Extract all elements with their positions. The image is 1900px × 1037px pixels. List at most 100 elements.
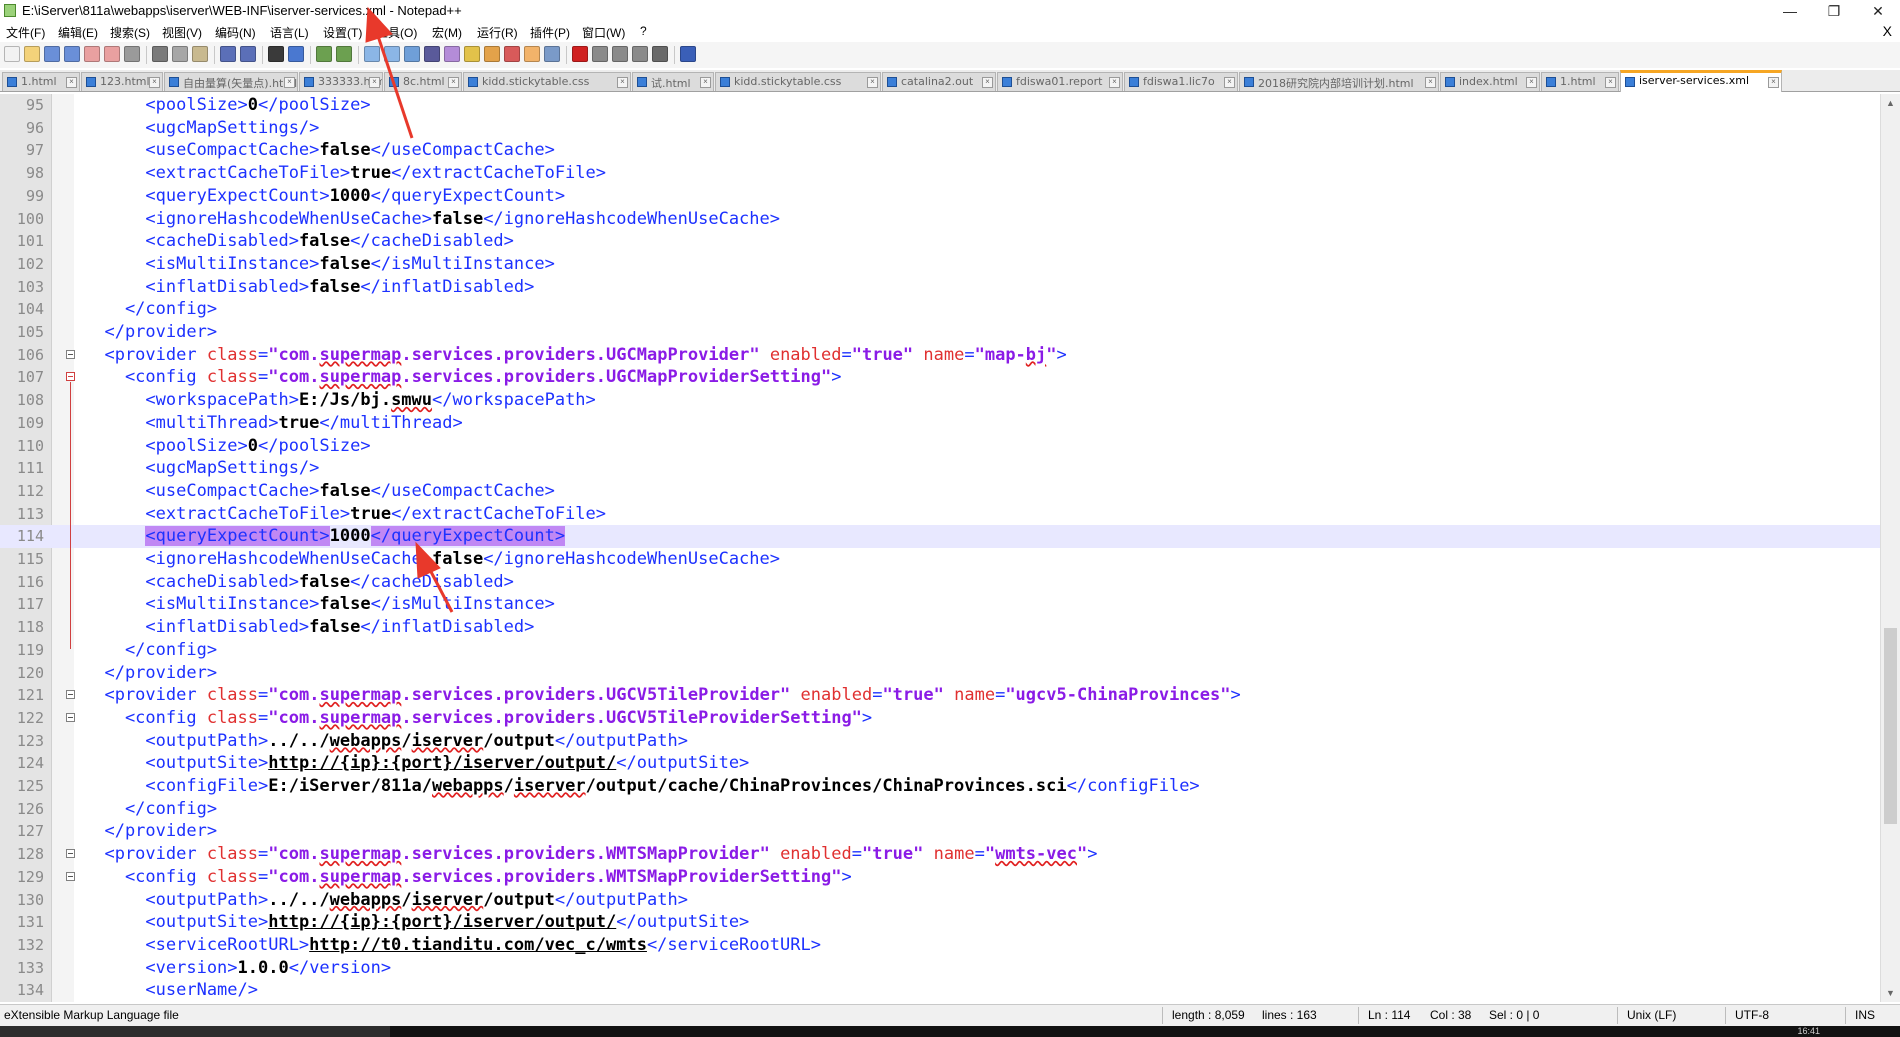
menu-plugins[interactable]: 插件(P) [530,24,570,41]
menu-macro[interactable]: 宏(M) [432,24,462,41]
record-macro-icon[interactable] [572,46,588,62]
code-line[interactable]: 128 <provider class="com.supermap.servic… [0,843,1880,866]
close-window-button[interactable]: ✕ [1856,0,1900,22]
doc-map-icon[interactable] [484,46,500,62]
code-line[interactable]: 133 <version>1.0.0</version> [0,957,1880,980]
menu-edit[interactable]: 编辑(E) [58,24,98,41]
code-line[interactable]: 120 </provider> [0,662,1880,685]
code-line[interactable]: 126 </config> [0,798,1880,821]
minimize-button[interactable]: — [1768,0,1812,22]
menu-view[interactable]: 视图(V) [162,24,202,41]
code-line[interactable]: 124 <outputSite>http://{ip}:{port}/iserv… [0,752,1880,775]
code-line[interactable]: 98 <extractCacheToFile>true</extractCach… [0,162,1880,185]
play-macro-icon[interactable] [612,46,628,62]
tab-close-icon[interactable]: × [284,77,295,88]
maximize-button[interactable]: ❐ [1812,0,1856,22]
code-line[interactable]: 113 <extractCacheToFile>true</extractCac… [0,503,1880,526]
code-line[interactable]: 121 <provider class="com.supermap.servic… [0,684,1880,707]
code-line[interactable]: 134 <userName/> [0,979,1880,1002]
code-line[interactable]: 110 <poolSize>0</poolSize> [0,435,1880,458]
tab-close-icon[interactable]: × [1224,77,1235,88]
run-macro-multiple-icon[interactable] [632,46,648,62]
code-line[interactable]: 112 <useCompactCache>false</useCompactCa… [0,480,1880,503]
sync-scroll-v-icon[interactable] [364,46,380,62]
fold-toggle-icon[interactable] [66,849,75,859]
scrollbar-thumb[interactable] [1884,628,1897,824]
code-line[interactable]: 123 <outputPath>../../webapps/iserver/ou… [0,730,1880,753]
folder-workspace-icon[interactable] [524,46,540,62]
code-line[interactable]: 125 <configFile>E:/iServer/811a/webapps/… [0,775,1880,798]
menu-tools[interactable]: 工具(O) [376,24,417,41]
print-icon[interactable] [124,46,140,62]
close-all-icon[interactable] [104,46,120,62]
undo-icon[interactable] [220,46,236,62]
function-list-icon[interactable] [504,46,520,62]
document-tab[interactable]: fdiswa1.lic7o × [1124,72,1238,91]
document-tab[interactable]: kidd.stickytable.css × [715,72,881,91]
document-tab[interactable]: 123.html × [81,72,163,91]
status-eol[interactable]: Unix (LF) [1627,1008,1676,1022]
document-tab[interactable]: index.html × [1440,72,1540,91]
code-line[interactable]: 127 </provider> [0,820,1880,843]
monitor-icon[interactable] [544,46,560,62]
close-icon[interactable] [84,46,100,62]
document-tab[interactable]: 8c.html × [384,72,462,91]
indent-guide-icon[interactable] [444,46,460,62]
code-line[interactable]: 100 <ignoreHashcodeWhenUseCache>false</i… [0,208,1880,231]
code-line[interactable]: 101 <cacheDisabled>false</cacheDisabled> [0,230,1880,253]
scroll-down-icon[interactable]: ▼ [1886,988,1895,998]
code-line[interactable]: 97 <useCompactCache>false</useCompactCac… [0,139,1880,162]
code-line[interactable]: 95 <poolSize>0</poolSize> [0,94,1880,117]
tab-close-icon[interactable]: × [1109,77,1120,88]
code-line[interactable]: 108 <workspacePath>E:/Js/bj.smwu</worksp… [0,389,1880,412]
code-line[interactable]: 103 <inflatDisabled>false</inflatDisable… [0,276,1880,299]
tab-close-icon[interactable]: × [448,77,459,88]
code-line[interactable]: 109 <multiThread>true</multiThread> [0,412,1880,435]
code-line[interactable]: 107 <config class="com.supermap.services… [0,366,1880,389]
code-editor[interactable]: 95 <poolSize>0</poolSize> 96 <ugcMapSetti… [0,94,1900,1002]
tab-close-icon[interactable]: × [1425,77,1436,88]
vertical-scrollbar[interactable]: ▲ ▼ [1880,94,1900,1002]
tab-close-icon[interactable]: × [982,77,993,88]
code-line[interactable]: 116 <cacheDisabled>false</cacheDisabled> [0,571,1880,594]
find-icon[interactable] [268,46,284,62]
code-line[interactable]: 104 </config> [0,298,1880,321]
cut-icon[interactable] [152,46,168,62]
fold-toggle-icon[interactable] [66,690,75,700]
document-tab[interactable]: 333333.html × [299,72,383,91]
menu-window[interactable]: 窗口(W) [582,24,625,41]
code-line[interactable]: 117 <isMultiInstance>false</isMultiInsta… [0,593,1880,616]
document-tab[interactable]: iserver-services.xml × [1620,70,1782,92]
save-all-icon[interactable] [64,46,80,62]
fold-toggle-icon[interactable] [66,349,75,359]
document-tab[interactable]: 2018研究院内部培训计划.html × [1239,72,1439,91]
menu-language[interactable]: 语言(L) [270,24,309,41]
menu-search[interactable]: 搜索(S) [110,24,150,41]
redo-icon[interactable] [240,46,256,62]
status-encoding[interactable]: UTF-8 [1735,1008,1769,1022]
code-line[interactable]: 96 <ugcMapSettings/> [0,117,1880,140]
udl-icon[interactable] [464,46,480,62]
code-line[interactable]: 114 <queryExpectCount>1000</queryExpectC… [0,525,1880,549]
fold-toggle-icon[interactable] [66,372,75,382]
close-document-icon[interactable]: X [1883,23,1892,39]
stop-record-icon[interactable] [592,46,608,62]
tab-close-icon[interactable]: × [617,77,628,88]
tab-close-icon[interactable]: × [867,77,878,88]
open-icon[interactable] [24,46,40,62]
menu-help[interactable]: ? [640,24,647,38]
fold-toggle-icon[interactable] [66,712,75,722]
code-line[interactable]: 105 </provider> [0,321,1880,344]
document-tab[interactable]: 自由量算(矢量点).html × [164,72,298,91]
tab-close-icon[interactable]: × [1605,77,1616,88]
taskbar-app-segment[interactable] [0,1026,390,1037]
zoom-out-icon[interactable] [336,46,352,62]
replace-icon[interactable] [288,46,304,62]
document-tab[interactable]: 试.html × [632,72,714,91]
fold-toggle-icon[interactable] [66,871,75,881]
word-wrap-icon[interactable] [404,46,420,62]
document-tab[interactable]: kidd.stickytable.css × [463,72,631,91]
tab-close-icon[interactable]: × [369,77,380,88]
code-line[interactable]: 131 <outputSite>http://{ip}:{port}/iserv… [0,911,1880,934]
code-line[interactable]: 130 <outputPath>../../webapps/iserver/ou… [0,889,1880,912]
